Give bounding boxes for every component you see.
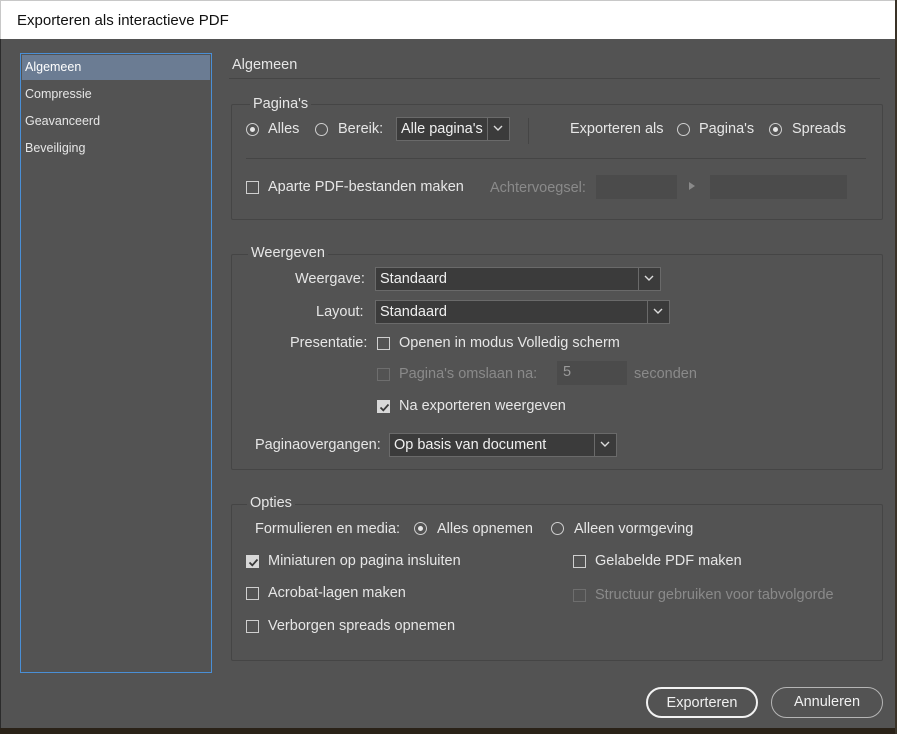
forms-media-label: Formulieren en media:	[255, 521, 401, 537]
spreads-option-label[interactable]: Spreads	[792, 121, 846, 137]
view-value: Standaard	[380, 271, 447, 287]
title-bar: Exporteren als interactieve PDF	[0, 0, 896, 39]
suffix-label: Achtervoegsel:	[490, 180, 586, 196]
seconds-label: seconden	[634, 366, 697, 382]
separate-pdf-checkbox[interactable]	[246, 181, 259, 194]
nav-item-algemeen[interactable]: Algemeen	[22, 55, 210, 80]
transitions-label: Paginaovergangen:	[255, 437, 381, 453]
fullscreen-label[interactable]: Openen in modus Volledig scherm	[399, 335, 620, 351]
range-label[interactable]: Bereik:	[338, 121, 383, 137]
acrobat-layers-checkbox[interactable]	[246, 587, 259, 600]
include-all-radio[interactable]	[414, 522, 427, 535]
page-title: Algemeen	[232, 57, 298, 73]
pages-separator	[528, 118, 529, 144]
checkmark-icon	[379, 403, 390, 412]
tab-order-checkbox[interactable]	[573, 589, 586, 602]
title-divider	[229, 78, 880, 79]
chevron-down-icon	[638, 268, 660, 290]
nav-item-compressie[interactable]: Compressie	[22, 82, 210, 107]
view-dropdown[interactable]: Standaard	[375, 267, 661, 291]
category-list: Algemeen Compressie Geavanceerd Beveilig…	[20, 53, 212, 673]
pages-divider	[246, 158, 866, 159]
desktop-background	[0, 728, 897, 734]
spreads-option-radio[interactable]	[769, 123, 782, 136]
tagged-pdf-checkbox[interactable]	[573, 555, 586, 568]
all-pages-radio[interactable]	[246, 123, 259, 136]
appearance-only-radio[interactable]	[551, 522, 564, 535]
flip-pages-checkbox[interactable]	[377, 368, 390, 381]
view-after-export-label[interactable]: Na exporteren weergeven	[399, 398, 566, 414]
embed-thumbnails-label[interactable]: Miniaturen op pagina insluiten	[268, 553, 461, 569]
layout-dropdown[interactable]: Standaard	[375, 300, 670, 324]
nav-item-label: Geavanceerd	[25, 114, 101, 128]
options-legend: Opties	[247, 495, 295, 511]
chevron-down-icon	[594, 434, 616, 456]
pages-legend: Pagina's	[250, 96, 312, 112]
arrow-right-icon	[688, 178, 696, 196]
embed-thumbnails-checkbox[interactable]	[246, 555, 259, 568]
hidden-spreads-label[interactable]: Verborgen spreads opnemen	[268, 618, 455, 634]
all-pages-label[interactable]: Alles	[268, 121, 299, 137]
hidden-spreads-checkbox[interactable]	[246, 620, 259, 633]
export-button[interactable]: Exporteren	[646, 687, 758, 718]
tagged-pdf-label[interactable]: Gelabelde PDF maken	[595, 553, 742, 569]
checkmark-icon	[248, 558, 259, 567]
suffix-input[interactable]	[596, 175, 677, 199]
presentation-label: Presentatie:	[290, 335, 368, 351]
nav-item-label: Compressie	[25, 87, 92, 101]
flip-seconds-value: 5	[563, 364, 572, 380]
nav-item-label: Beveiliging	[25, 141, 86, 155]
nav-item-geavanceerd[interactable]: Geavanceerd	[22, 109, 210, 134]
view-label: Weergave:	[295, 271, 365, 287]
chevron-down-icon	[487, 118, 509, 140]
include-all-label[interactable]: Alles opnemen	[437, 521, 533, 537]
separate-pdf-label[interactable]: Aparte PDF-bestanden maken	[268, 179, 464, 195]
flip-pages-label: Pagina's omslaan na:	[399, 366, 538, 382]
transitions-value: Op basis van document	[394, 437, 547, 453]
chevron-down-icon	[647, 301, 669, 323]
pages-group	[231, 104, 883, 220]
layout-label: Layout:	[316, 304, 364, 320]
appearance-only-label[interactable]: Alleen vormgeving	[574, 521, 693, 537]
view-after-export-checkbox[interactable]	[377, 400, 390, 413]
fullscreen-checkbox[interactable]	[377, 337, 390, 350]
range-dropdown[interactable]: Alle pagina's	[396, 117, 510, 141]
transitions-dropdown[interactable]: Op basis van document	[389, 433, 617, 457]
nav-item-beveiliging[interactable]: Beveiliging	[22, 136, 210, 161]
acrobat-layers-label[interactable]: Acrobat-lagen maken	[268, 585, 406, 601]
tab-order-label: Structuur gebruiken voor tabvolgorde	[595, 587, 834, 603]
window-title: Exporteren als interactieve PDF	[17, 12, 229, 29]
range-value: Alle pagina's	[401, 121, 483, 137]
cancel-button[interactable]: Annuleren	[771, 687, 883, 718]
flip-seconds-input[interactable]: 5	[557, 361, 627, 385]
suffix-preview-field[interactable]	[710, 175, 847, 199]
view-legend: Weergeven	[248, 245, 328, 261]
export-as-label: Exporteren als	[570, 121, 664, 137]
pages-option-label[interactable]: Pagina's	[699, 121, 754, 137]
layout-value: Standaard	[380, 304, 447, 320]
nav-item-label: Algemeen	[25, 60, 82, 74]
pages-option-radio[interactable]	[677, 123, 690, 136]
range-radio[interactable]	[315, 123, 328, 136]
